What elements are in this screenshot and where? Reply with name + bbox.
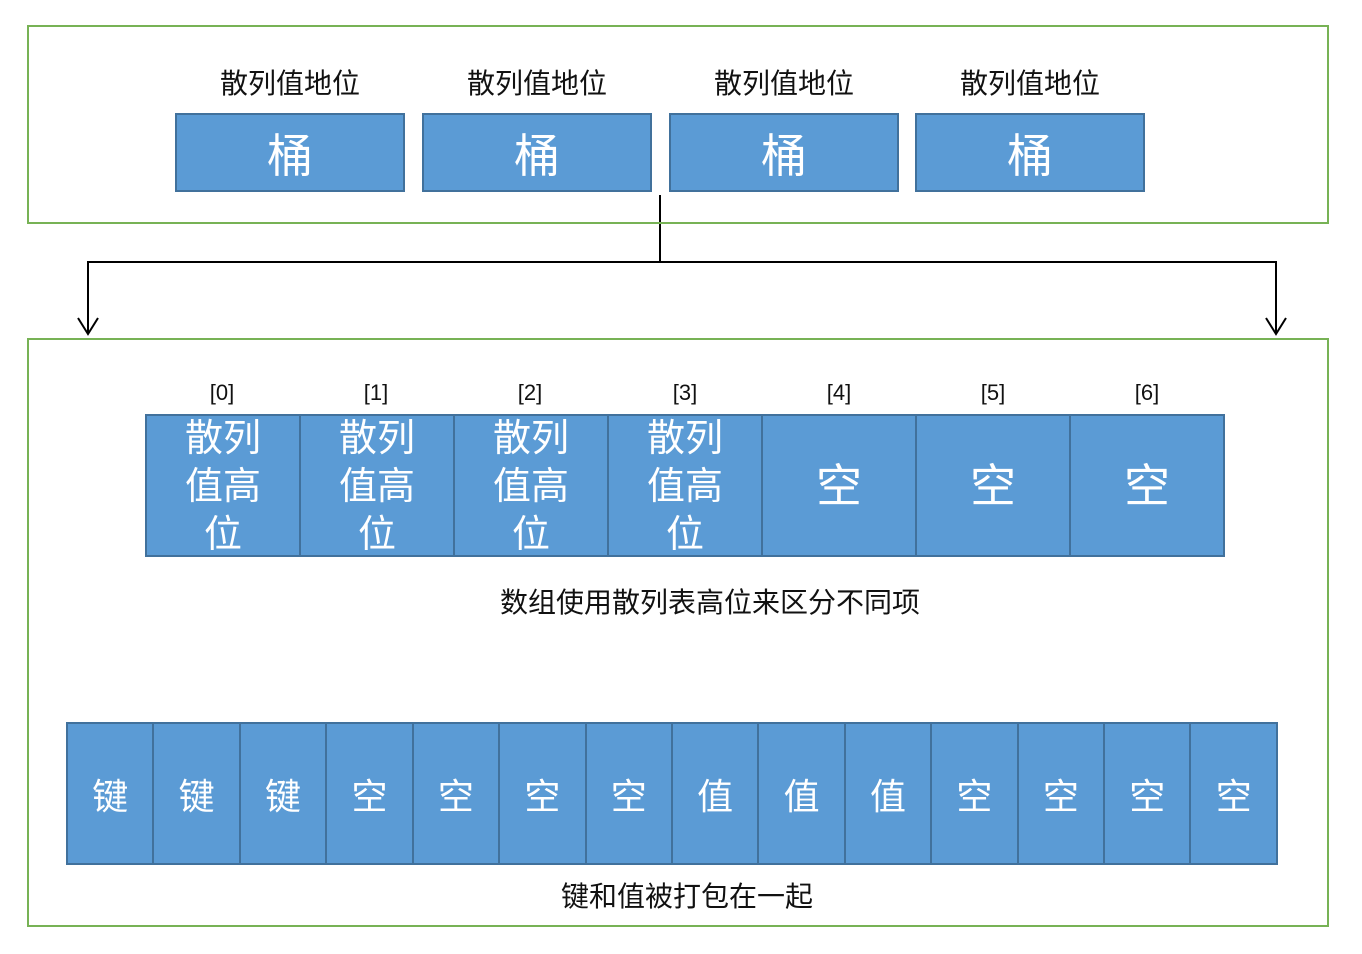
- array-cell: 空: [1124, 458, 1170, 513]
- array-cell: 散列值高位: [455, 416, 609, 556]
- array-cell: 空: [763, 416, 917, 555]
- array-index: [2]: [517, 380, 543, 405]
- packed-cell: 值: [846, 724, 933, 863]
- packed-cell: 空: [414, 724, 501, 863]
- bucket-box: 桶: [669, 113, 899, 192]
- packed-cell: 空: [1019, 724, 1106, 863]
- bucket-label: 散列值地位: [713, 67, 854, 100]
- array-cell: 散列值高位: [301, 416, 455, 556]
- bucket-box: 桶: [915, 113, 1145, 192]
- packed-cell: 空: [500, 724, 587, 863]
- packed-cell: 值: [673, 724, 760, 863]
- array-cell: 散列值高位: [609, 416, 763, 556]
- packed-cell: 键: [154, 724, 241, 863]
- packed-array: 键 键 键 空 空 空 空 值 值 值 空 空 空 空: [66, 722, 1278, 865]
- bucket-box: 桶: [175, 113, 405, 192]
- array-index: [4]: [826, 380, 852, 405]
- bucket-label: 散列值地位: [959, 67, 1100, 100]
- packed-cell: 空: [932, 724, 1019, 863]
- array-index: [6]: [1134, 380, 1160, 405]
- array-caption: 数组使用散列表高位来区分不同项: [499, 586, 920, 619]
- packed-cell: 空: [1105, 724, 1192, 863]
- packed-cell: 空: [1215, 776, 1252, 818]
- bucket-box: 桶: [422, 113, 652, 192]
- packed-cell: 空: [587, 724, 673, 863]
- packed-cell: 值: [759, 724, 846, 863]
- array-index: [3]: [672, 380, 698, 405]
- bucket-label: 散列值地位: [219, 67, 360, 100]
- bucket-label: 散列值地位: [466, 67, 607, 100]
- hash-array: 散列值高位 散列值高位 散列值高位 散列值高位 空 空 空: [145, 414, 1225, 557]
- array-index: [1]: [363, 380, 389, 405]
- packed-caption: 键和值被打包在一起: [560, 880, 813, 913]
- array-cell: 散列值高位: [147, 416, 301, 556]
- array-cell: 空: [917, 416, 1071, 555]
- packed-cell: 键: [241, 724, 328, 863]
- array-index: [0]: [209, 380, 235, 405]
- packed-cell: 键: [68, 724, 155, 863]
- array-index: [5]: [980, 380, 1006, 405]
- packed-cell: 空: [327, 724, 414, 863]
